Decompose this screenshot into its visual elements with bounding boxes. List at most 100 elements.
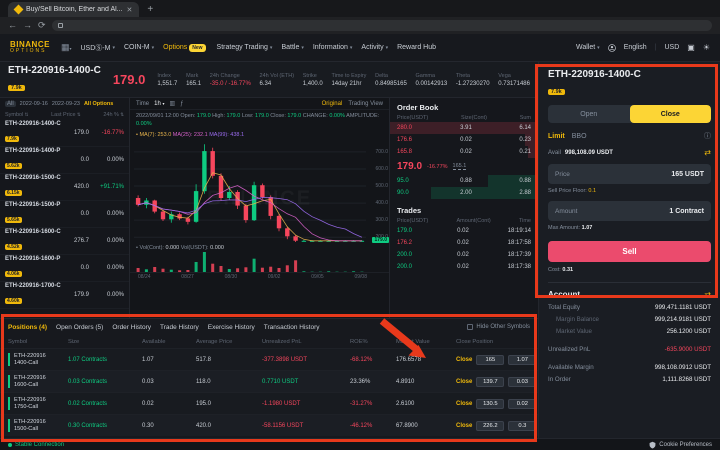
contract-last-price: 179.9 (67, 292, 89, 298)
bid-row[interactable]: 90.0 2.00 2.88 (390, 187, 538, 199)
contract-symbol-block[interactable]: ETH-220916-1400-C 7.9k (8, 65, 101, 94)
bid-row[interactable]: 95.0 0.88 0.88 (390, 175, 538, 187)
refresh-icon[interactable]: ⟳ (38, 21, 46, 30)
positions-tab[interactable]: Positions (4) (8, 324, 47, 331)
close-price-input[interactable]: 165 (476, 355, 504, 365)
close-price-input[interactable]: 139.7 (476, 377, 504, 387)
tab-close[interactable]: Close (630, 105, 712, 123)
interval-selector[interactable]: 1h ▾ (154, 101, 164, 107)
amount-input[interactable]: Amount 1 Contract (548, 201, 711, 221)
close-position-link[interactable]: Close (456, 423, 472, 429)
open-close-tabs: Open Close (548, 105, 711, 123)
expiry-date-tab-2[interactable]: 2022-09-23 (52, 101, 80, 107)
indicators-icon[interactable]: ƒ (180, 101, 183, 107)
back-icon[interactable]: ← (8, 21, 17, 30)
bid-sum: 0.88 (505, 178, 531, 184)
forward-icon[interactable]: → (23, 21, 32, 30)
address-bar[interactable] (52, 20, 712, 31)
tab-open[interactable]: Open (548, 105, 630, 123)
nav-menu-item[interactable]: Options New (163, 44, 207, 52)
hide-other-symbols[interactable]: Hide Other Symbols (467, 324, 530, 330)
positions-tab[interactable]: Exercise History (208, 324, 255, 331)
sort-change[interactable]: 24h % (103, 112, 124, 118)
order-type-limit[interactable]: Limit (548, 133, 565, 140)
chart-mode-original[interactable]: Original (322, 101, 343, 107)
order-type-bbo[interactable]: BBO (572, 133, 587, 140)
volume-badge: 4.60k (5, 298, 22, 304)
stat-item: Vega 0.73171486 (498, 73, 530, 87)
nav-menu-item[interactable]: Strategy Trading ▾ (217, 44, 273, 51)
chart-mode-tradingview[interactable]: Trading View (348, 101, 383, 107)
close-price-input[interactable]: 130.5 (476, 399, 504, 409)
apps-grid-icon[interactable]: ▦▾ (61, 42, 72, 53)
info-icon[interactable]: ⓘ (704, 131, 711, 141)
nav-menu-item[interactable]: Information ▾ (313, 44, 353, 51)
trades-header: Price(USDT) Amount(Cont) Time (390, 217, 538, 225)
download-app-icon[interactable]: ▣ (687, 43, 695, 52)
site-info-icon[interactable] (58, 23, 63, 28)
stat-item: Theta -1.27230270 (456, 73, 490, 87)
nav-menu-item[interactable]: Activity ▾ (361, 44, 388, 51)
stat-item: 24h Vol (ETH) 6.34 (260, 73, 295, 87)
positions-tab[interactable]: Trade History (160, 324, 199, 331)
close-price-input[interactable]: 226.2 (476, 421, 504, 431)
close-amount-input[interactable]: 0.03 (508, 377, 536, 387)
close-amount-input[interactable]: 0.02 (508, 399, 536, 409)
contract-list-item[interactable]: ETH-220916-1400-C 7.9k 179.0 -16.77% (0, 120, 129, 147)
contract-list-item[interactable]: ETH-220916-1600-P 4.06k 0.0 0.00% (0, 255, 129, 282)
contract-list-item[interactable]: ETH-220916-1400-P 5.62k 0.0 0.00% (0, 147, 129, 174)
interval-label[interactable]: Time (136, 101, 149, 107)
positions-tab[interactable]: Order History (112, 324, 151, 331)
positions-tab[interactable]: Transaction History (264, 324, 320, 331)
ask-size: 0.02 (427, 149, 505, 155)
volume-badge: 4.06k (5, 271, 22, 277)
ask-row[interactable]: 176.6 0.02 0.23 (390, 134, 538, 146)
browser-tab[interactable]: Buy/Sell Bitcoin, Ether and Al... ✕ (8, 2, 139, 17)
price-input[interactable]: Price 165 USDT (548, 164, 711, 184)
view-all-toggle[interactable]: All (5, 101, 16, 107)
nav-menu-item[interactable]: COIN-M ▾ (124, 44, 154, 51)
trade-price: 200.0 (397, 264, 427, 270)
contract-list-item[interactable]: ETH-220916-1600-C 4.52k 276.7 0.00% (0, 228, 129, 255)
close-position-link[interactable]: Close (456, 401, 472, 407)
tab-close-icon[interactable]: ✕ (127, 6, 133, 14)
contract-header: ETH-220916-1400-C 7.9k 179.0 Index 1,551… (0, 62, 538, 98)
options-filter[interactable]: All Options (84, 101, 113, 107)
cookie-preferences[interactable]: Cookie Preferences (649, 441, 712, 449)
close-amount-input[interactable]: 1.07 (508, 355, 536, 365)
checkbox-icon[interactable] (467, 324, 473, 330)
sell-button[interactable]: Sell (548, 241, 711, 262)
positions-tab[interactable]: Open Orders (5) (56, 324, 103, 331)
close-amount-input[interactable]: 0.3 (508, 421, 536, 431)
close-position-link[interactable]: Close (456, 379, 472, 385)
theme-toggle-icon[interactable]: ☀ (703, 43, 710, 52)
close-position-link[interactable]: Close (456, 357, 472, 363)
volume-chart[interactable] (134, 252, 367, 272)
position-symbol: ETH-220916 1400-Call (8, 353, 68, 367)
transfer-icon[interactable]: ⇄ (704, 290, 711, 299)
account-row: Total Equity 999,471.1181 USDT (548, 304, 711, 311)
wallet-menu[interactable]: Wallet▾ (576, 44, 600, 51)
nav-menu-item[interactable]: USDⓈ-M ▾ (80, 43, 114, 53)
sort-symbol[interactable]: Symbol (5, 112, 28, 118)
contract-list-item[interactable]: ETH-220916-1500-C 6.15k 420.0 +91.71% (0, 174, 129, 201)
chevron-down-icon: ▾ (350, 45, 353, 51)
contract-list-item[interactable]: ETH-220916-1500-P 5.65k 0.0 0.00% (0, 201, 129, 228)
profile-icon[interactable] (608, 44, 616, 52)
currency-selector[interactable]: USD (664, 44, 679, 51)
transfer-icon[interactable]: ⇄ (704, 148, 711, 157)
orderbook-mid-row[interactable]: 179.0 -16.77% 165.1 (390, 158, 538, 175)
contract-list-item[interactable]: ETH-220916-1700-C 4.60k 179.9 0.00% (0, 282, 129, 309)
nav-menu-item[interactable]: Battle ▾ (281, 44, 303, 51)
binance-options-logo[interactable]: BINANCE OPTIONS (10, 41, 50, 54)
nav-menu-item[interactable]: Reward Hub (397, 44, 438, 51)
new-tab-button[interactable]: + (147, 2, 153, 17)
expiry-date-tab-1[interactable]: 2022-09-16 (20, 101, 48, 107)
sort-last-price[interactable]: Last Price (51, 112, 81, 118)
orderbook-trades-panel: Order Book Price(USDT) Size(Cont) Sum 28… (390, 98, 538, 318)
language-selector[interactable]: English (624, 44, 647, 51)
mid-change: -16.77% (427, 164, 448, 170)
ask-row[interactable]: 280.0 3.91 6.14 (390, 122, 538, 134)
candle-style-icon[interactable]: ▥ (170, 100, 176, 107)
ask-row[interactable]: 165.8 0.02 0.21 (390, 146, 538, 158)
